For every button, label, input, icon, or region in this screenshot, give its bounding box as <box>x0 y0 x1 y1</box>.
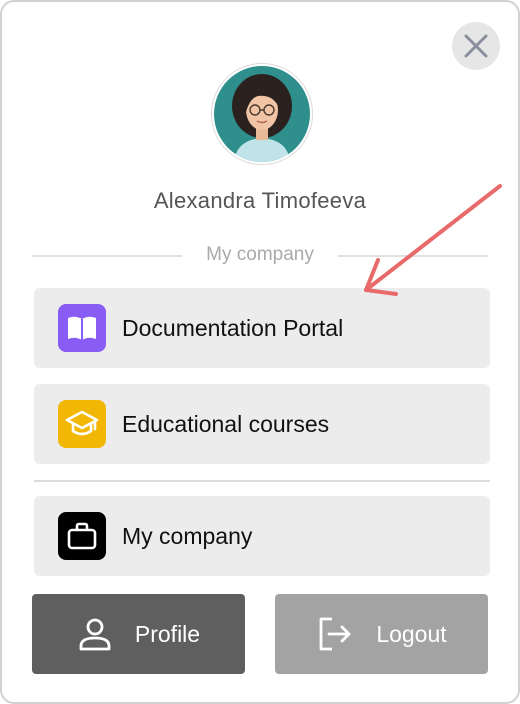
graduation-cap-icon <box>65 410 99 436</box>
book-icon-badge <box>58 304 106 352</box>
avatar[interactable] <box>212 64 312 164</box>
briefcase-icon-badge <box>58 512 106 560</box>
user-avatar-icon <box>214 66 310 162</box>
book-icon <box>68 316 96 340</box>
person-icon <box>77 616 113 652</box>
logout-button-label: Logout <box>376 620 447 647</box>
menu-separator <box>34 480 490 482</box>
logout-icon <box>316 615 354 653</box>
graduation-cap-icon-badge <box>58 400 106 448</box>
profile-button[interactable]: Profile <box>32 594 245 674</box>
close-button[interactable] <box>452 22 500 70</box>
menu-item-label: Educational courses <box>122 411 330 437</box>
menu-item-label: My company <box>122 523 253 549</box>
logout-button[interactable]: Logout <box>275 594 488 674</box>
menu-item-my-company[interactable]: My company <box>34 496 490 576</box>
briefcase-icon <box>67 522 97 550</box>
user-name: Alexandra Timofeeva <box>153 188 367 213</box>
section-divider-right <box>338 255 488 257</box>
menu-item-documentation-portal[interactable]: Documentation Portal <box>34 288 490 368</box>
close-icon <box>464 34 488 58</box>
profile-button-label: Profile <box>134 620 201 647</box>
menu-item-educational-courses[interactable]: Educational courses <box>34 384 490 464</box>
menu-item-label: Documentation Portal <box>122 315 344 341</box>
user-menu-panel: Alexandra Timofeeva My company Documenta… <box>0 0 520 704</box>
